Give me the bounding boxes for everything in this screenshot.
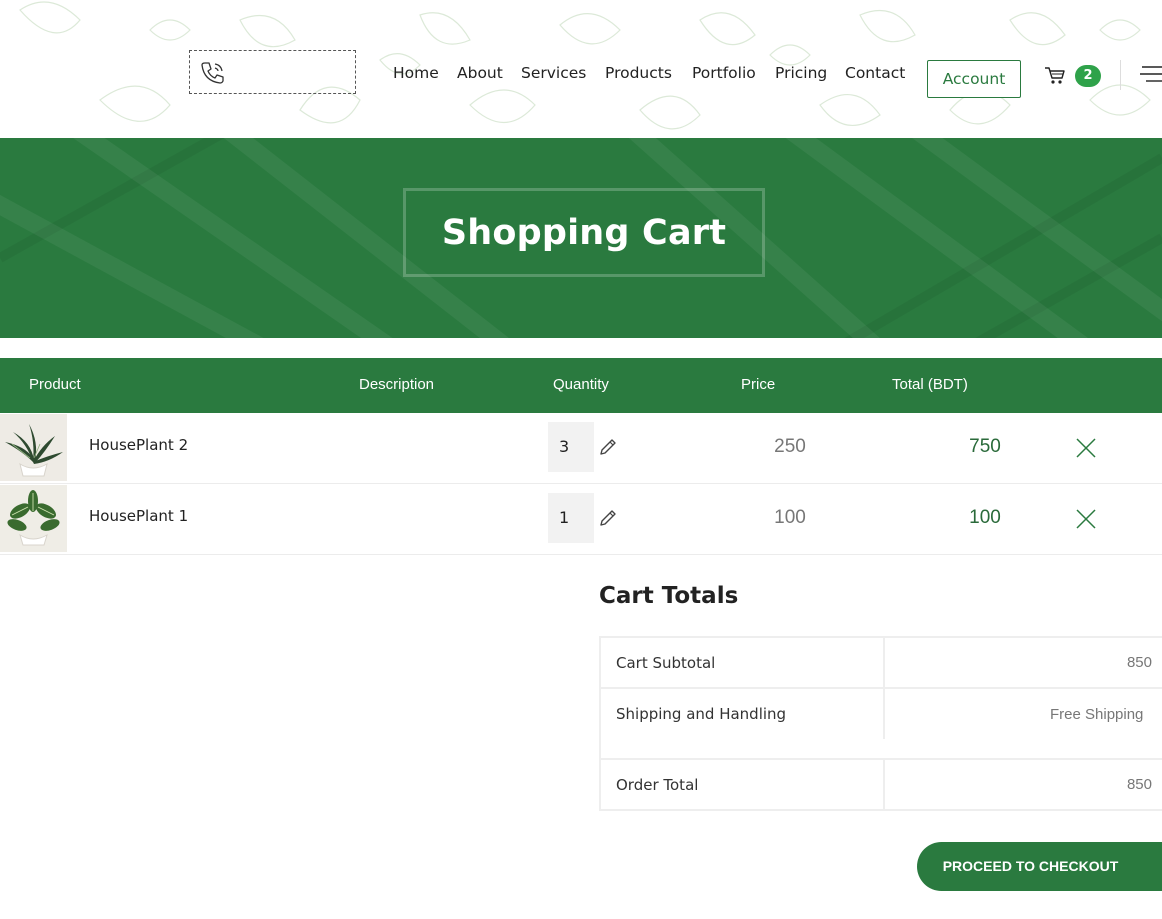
account-button[interactable]: Account — [927, 60, 1021, 98]
shipping-value: Free Shipping — [1050, 706, 1144, 723]
nav-portfolio[interactable]: Portfolio — [692, 64, 756, 82]
cell-divider — [883, 638, 885, 687]
phone-icon — [201, 62, 224, 84]
unit-price: 250 — [774, 436, 806, 457]
phone-contact-box[interactable] — [189, 50, 356, 94]
quantity-input[interactable]: 3 — [548, 422, 594, 472]
line-total: 750 — [969, 436, 1001, 457]
cell-divider — [883, 760, 885, 811]
banner-title-frame: Shopping Cart — [403, 188, 765, 277]
quantity-input[interactable]: 1 — [548, 493, 594, 543]
pencil-icon[interactable] — [597, 507, 619, 529]
nav-home[interactable]: Home — [393, 64, 439, 82]
shipping-row: Shipping and Handling Free Shipping — [601, 689, 1162, 760]
close-icon[interactable] — [1076, 509, 1096, 529]
nav-about[interactable]: About — [457, 64, 503, 82]
cart-table-header: Product Description Quantity Price Total… — [0, 358, 1162, 413]
product-image[interactable] — [0, 414, 67, 481]
page-banner: Shopping Cart — [0, 138, 1162, 338]
column-total: Total (BDT) — [892, 376, 968, 393]
pencil-icon[interactable] — [597, 436, 619, 458]
proceed-to-checkout-button[interactable]: PROCEED TO CHECKOUT — [917, 842, 1162, 891]
product-name[interactable]: HousePlant 2 — [89, 436, 188, 454]
product-image[interactable] — [0, 485, 67, 552]
unit-price: 100 — [774, 507, 806, 528]
nav-services[interactable]: Services — [521, 64, 586, 82]
order-total-label: Order Total — [616, 776, 699, 794]
page-title: Shopping Cart — [441, 212, 727, 253]
line-total: 100 — [969, 507, 1001, 528]
menu-icon[interactable] — [1140, 64, 1162, 84]
cart-icon[interactable] — [1044, 66, 1066, 86]
column-price: Price — [741, 376, 776, 393]
cell-divider — [883, 689, 885, 739]
shipping-label: Shipping and Handling — [616, 705, 787, 723]
nav-products[interactable]: Products — [605, 64, 672, 82]
site-header: Home About Services Products Portfolio P… — [0, 0, 1162, 138]
table-row: HousePlant 1 1 100 100 — [0, 484, 1162, 555]
nav-contact[interactable]: Contact — [845, 64, 905, 82]
column-description: Description — [359, 376, 435, 393]
cart-count-badge: 2 — [1075, 65, 1101, 87]
close-icon[interactable] — [1076, 438, 1096, 458]
header-divider — [1120, 60, 1121, 90]
order-total-value: 850 — [1126, 776, 1152, 793]
column-quantity: Quantity — [553, 376, 609, 393]
table-row: HousePlant 2 3 250 750 — [0, 413, 1162, 484]
subtotal-label: Cart Subtotal — [616, 654, 716, 672]
order-total-row: Order Total 850 — [601, 760, 1162, 811]
cart-totals-table: Cart Subtotal 850 Shipping and Handling … — [599, 636, 1162, 811]
nav-pricing[interactable]: Pricing — [775, 64, 827, 82]
cart-totals-title: Cart Totals — [599, 583, 739, 609]
subtotal-value: 850 — [1126, 654, 1152, 671]
product-name[interactable]: HousePlant 1 — [89, 507, 188, 525]
column-product: Product — [29, 376, 81, 393]
subtotal-row: Cart Subtotal 850 — [601, 638, 1162, 689]
